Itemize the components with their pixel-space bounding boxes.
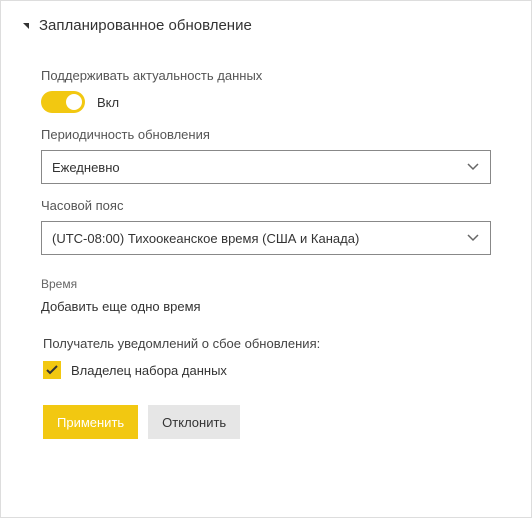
timezone-value: (UTC-08:00) Тихоокеанское время (США и К… [52,231,359,246]
owner-check-row: Владелец набора данных [43,361,491,379]
scheduled-refresh-panel: Запланированное обновление Поддерживать … [0,0,532,518]
frequency-value: Ежедневно [52,160,120,175]
toggle-state-label: Вкл [97,95,119,110]
apply-button[interactable]: Применить [43,405,138,439]
timezone-label: Часовой пояс [41,198,491,213]
section-title: Запланированное обновление [39,17,252,34]
frequency-select[interactable]: Ежедневно [41,150,491,184]
timezone-select[interactable]: (UTC-08:00) Тихоокеанское время (США и К… [41,221,491,255]
toggle-knob [66,94,82,110]
section-header[interactable]: Запланированное обновление [1,17,531,44]
frequency-label: Периодичность обновления [41,127,491,142]
section-content: Поддерживать актуальность данных Вкл Пер… [1,44,531,439]
keep-data-toggle[interactable] [41,91,85,113]
button-row: Применить Отклонить [43,405,491,439]
keep-data-toggle-row: Вкл [41,91,491,113]
caret-down-icon [23,23,29,29]
notification-label: Получатель уведомлений о сбое обновления… [43,336,491,351]
time-label: Время [41,277,491,291]
keep-data-label: Поддерживать актуальность данных [41,68,491,83]
owner-checkbox[interactable] [43,361,61,379]
discard-button[interactable]: Отклонить [148,405,240,439]
chevron-down-icon [466,160,480,174]
chevron-down-icon [466,231,480,245]
add-time-link[interactable]: Добавить еще одно время [41,299,491,314]
owner-check-label: Владелец набора данных [71,363,227,378]
